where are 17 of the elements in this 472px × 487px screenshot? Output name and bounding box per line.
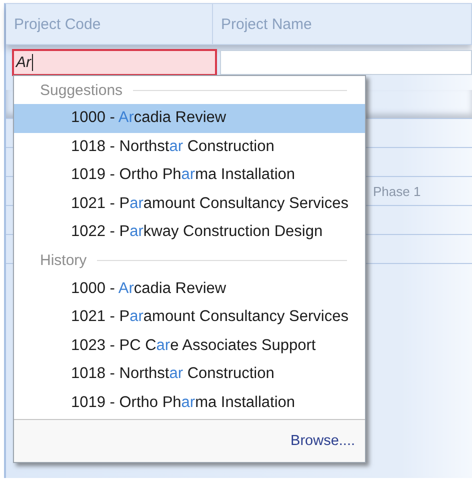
suggestion-item[interactable]: 1021 - Paramount Consultancy Services — [14, 303, 365, 332]
project-name-field[interactable] — [220, 50, 472, 74]
suggestion-item[interactable]: 1023 - PC Care Associates Support — [14, 332, 365, 360]
project-code-field[interactable]: Ar — [12, 48, 217, 76]
section-heading: Suggestions — [40, 82, 123, 98]
suggestion-item[interactable]: 1018 - Northstar Construction — [14, 360, 365, 388]
suggestion-item[interactable]: 1000 - Arcadia Review — [14, 104, 365, 132]
suggestion-item[interactable]: 1018 - Northstar Construction — [14, 132, 365, 161]
suggestion-item[interactable]: 1021 - Paramount Consultancy Services — [14, 190, 365, 218]
suggestion-item[interactable]: 1019 - Ortho Pharma Installation — [14, 388, 365, 417]
table-cell: Phase 1 — [373, 184, 421, 198]
suggestion-item[interactable]: 1019 - Ortho Pharma Installation — [14, 161, 365, 190]
suggestion-item[interactable]: 1000 - Arcadia Review — [14, 274, 365, 303]
text-cursor — [32, 54, 33, 70]
suggestion-item[interactable]: 1022 - Parkway Construction Design — [14, 218, 365, 246]
browse-link[interactable]: Browse.... — [290, 433, 355, 449]
section-heading: History — [40, 252, 87, 269]
